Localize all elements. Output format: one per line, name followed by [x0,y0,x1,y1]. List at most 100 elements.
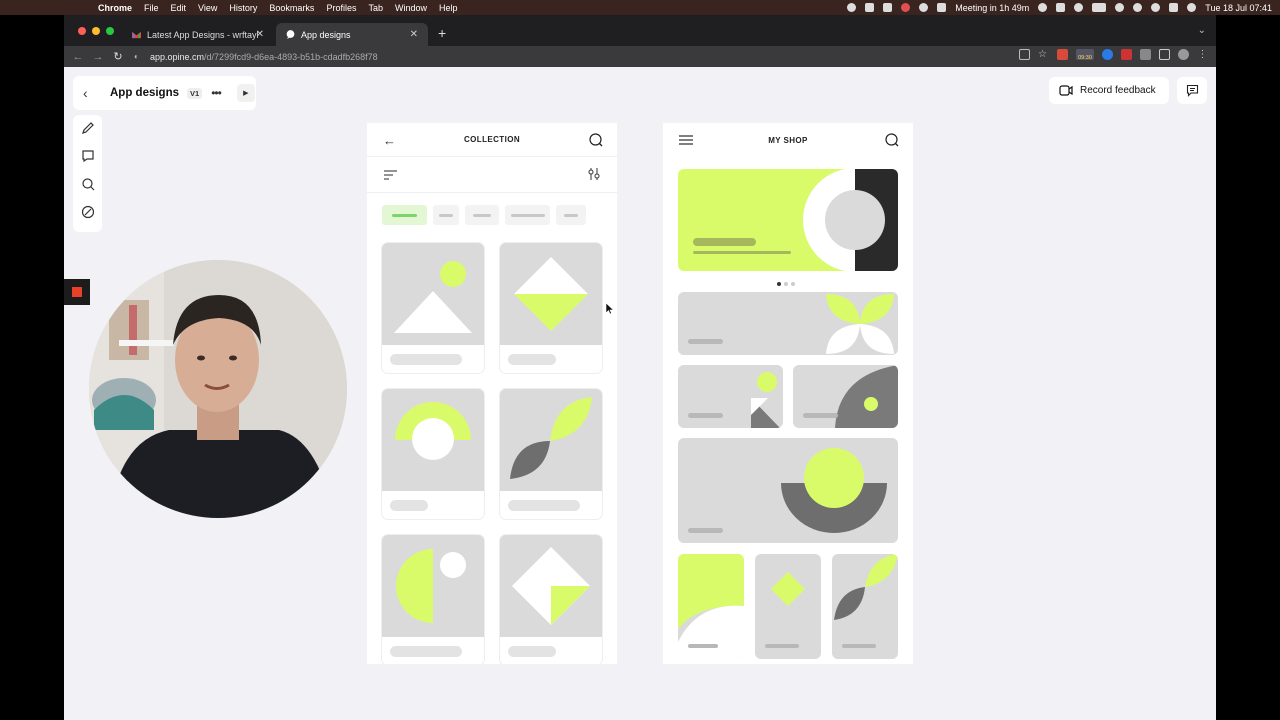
close-window-button[interactable] [78,27,86,35]
play-icon[interactable]: ▶ [236,84,255,102]
extension-shield-icon[interactable] [1121,49,1132,60]
product-tile[interactable] [755,554,821,659]
user-icon[interactable] [1133,3,1143,12]
hero-banner[interactable] [678,169,898,271]
record-status-icon[interactable] [901,3,911,12]
battery-icon[interactable] [1092,3,1107,12]
more-options-icon[interactable]: ••• [211,86,222,100]
eraser-tool-icon[interactable] [81,205,95,219]
tab-gmail[interactable]: Latest App Designs - wrftaylor ✕ [122,23,274,46]
control-center-icon[interactable] [1169,3,1179,12]
leaves-image [500,389,602,491]
reload-icon[interactable]: ↻ [108,50,128,63]
menubar-clock[interactable]: Tue 18 Jul 07:41 [1205,3,1272,13]
pen-tool-icon[interactable] [81,121,95,135]
menu-history[interactable]: History [229,3,257,13]
chip[interactable] [556,205,586,225]
siri-icon[interactable] [1187,3,1197,12]
menu-edit[interactable]: Edit [171,3,187,13]
lock-status-icon[interactable] [883,3,893,12]
menu-window[interactable]: Window [395,3,427,13]
back-chevron-icon[interactable]: ‹ [83,85,97,101]
back-arrow-icon[interactable]: ← [383,133,396,148]
menu-file[interactable]: File [144,3,159,13]
product-tile[interactable] [793,365,898,428]
chrome-menu-icon[interactable]: ⋮ [1197,49,1208,60]
url-host: app.opine.cm [150,51,205,62]
menu-help[interactable]: Help [439,3,458,13]
close-tab-icon[interactable]: ✕ [410,29,418,40]
volume-icon[interactable] [1074,3,1084,12]
dot[interactable] [784,282,788,286]
stop-recording-button[interactable] [64,279,90,305]
side-panel-icon[interactable] [1159,49,1170,60]
zoom-window-button[interactable] [106,27,114,35]
product-card[interactable] [382,535,484,664]
product-card[interactable] [382,389,484,519]
menu-profiles[interactable]: Profiles [326,3,356,13]
chip[interactable] [433,205,459,225]
filter-sliders-icon[interactable] [587,167,601,181]
shop-title: MY SHOP [768,135,808,145]
version-badge[interactable]: V1 [187,87,203,99]
tab-title: Latest App Designs - wrftaylor [147,29,259,40]
record-feedback-button[interactable]: Record feedback [1049,77,1169,104]
promo-card[interactable] [678,292,898,355]
chip[interactable] [505,205,550,225]
keyboard-icon[interactable] [1056,3,1066,12]
url-path: /d/7299fcd9-d6ea-4893-b51b-cdadfb268f78 [204,51,378,62]
product-tile[interactable] [832,554,898,659]
figma-status-icon[interactable] [865,3,875,12]
search-icon[interactable] [589,133,603,147]
comments-button[interactable] [1177,77,1207,104]
tab-search-chevron-icon[interactable]: ⌄ [1198,25,1206,36]
menu-tab[interactable]: Tab [368,3,383,13]
extension-timer-icon[interactable]: 09:30 [1076,49,1094,60]
dot-active[interactable] [777,282,781,286]
menu-bookmarks[interactable]: Bookmarks [269,3,314,13]
extension-blue-icon[interactable] [1102,49,1113,60]
tab-app-designs[interactable]: App designs ✕ [276,23,428,46]
share-icon[interactable] [1019,49,1030,60]
settings-status-icon[interactable] [919,3,929,12]
site-info-icon[interactable]: ◐ [134,52,143,61]
chip-active[interactable] [382,205,427,225]
collection-screen[interactable]: ← COLLECTION [367,123,617,664]
chip[interactable] [465,205,499,225]
chat-status-icon[interactable] [847,3,857,12]
product-tile[interactable] [678,554,744,659]
extensions-puzzle-icon[interactable] [1140,49,1151,60]
close-tab-icon[interactable]: ✕ [256,29,264,40]
sort-icon[interactable] [384,170,397,180]
new-tab-icon[interactable]: + [438,25,446,41]
address-bar[interactable]: ◐ app.opine.cm/d/7299fcd9-d6ea-4893-b51b… [134,48,1014,65]
product-tile[interactable] [678,365,783,428]
calendar-status-icon[interactable] [937,3,947,12]
wifi-icon[interactable] [1115,3,1125,12]
search-tool-icon[interactable] [81,177,95,191]
product-card[interactable] [500,389,602,519]
annotation-toolbar [73,115,102,232]
back-arrow-icon[interactable]: ← [68,51,88,63]
moon-icon[interactable] [1038,3,1048,12]
menu-app-name[interactable]: Chrome [98,3,132,13]
product-card[interactable] [500,243,602,373]
hamburger-menu-icon[interactable] [679,135,693,145]
document-title[interactable]: App designs [110,87,179,99]
extension-calendar-icon[interactable] [1057,49,1068,60]
product-card[interactable] [382,243,484,373]
menu-view[interactable]: View [198,3,217,13]
shop-screen[interactable]: MY SHOP [663,123,913,664]
dot[interactable] [791,282,795,286]
minimize-window-button[interactable] [92,27,100,35]
bookmark-star-icon[interactable]: ☆ [1038,49,1049,60]
product-card[interactable] [500,535,602,664]
profile-avatar-icon[interactable] [1178,49,1189,60]
meeting-status[interactable]: Meeting in 1h 49m [955,3,1029,13]
featured-card[interactable] [678,438,898,543]
search-icon[interactable] [885,133,899,147]
spotlight-search-icon[interactable] [1151,3,1161,12]
mountain-sun-image [382,243,484,345]
comment-tool-icon[interactable] [81,149,95,163]
forward-arrow-icon[interactable]: → [88,51,108,63]
